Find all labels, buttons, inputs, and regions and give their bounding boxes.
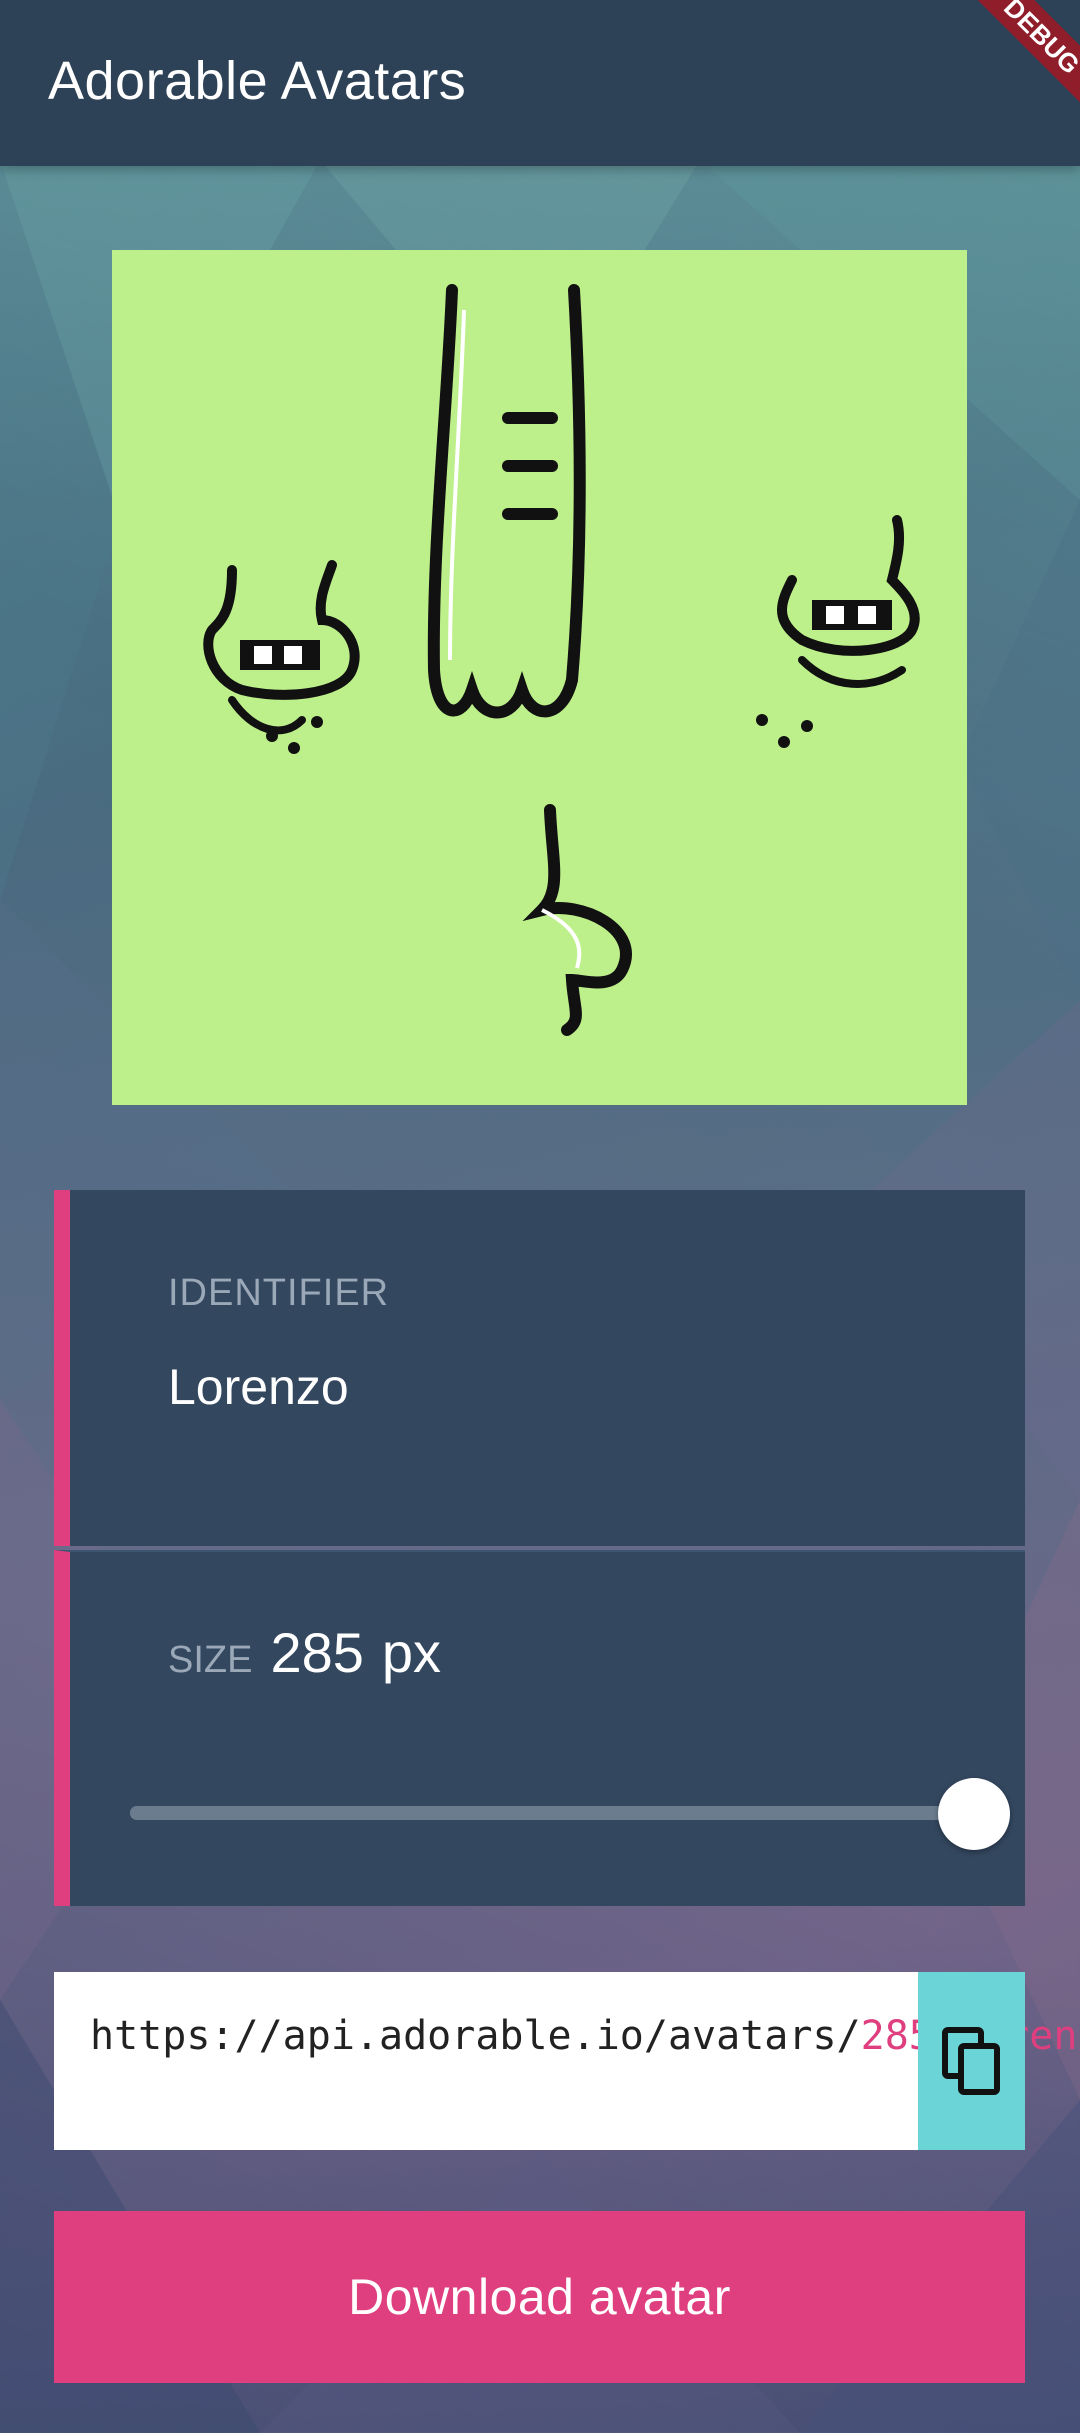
- identifier-input[interactable]: Lorenzo: [168, 1358, 349, 1416]
- slider-thumb[interactable]: [938, 1778, 1010, 1850]
- debug-banner: DEBUG: [964, 0, 1080, 114]
- identifier-label: IDENTIFIER: [168, 1272, 390, 1314]
- size-card: SIZE 285 px: [54, 1550, 1025, 1906]
- avatar-face-illustration: [203, 284, 920, 1036]
- copy-url-button[interactable]: [918, 1972, 1025, 2150]
- identifier-card[interactable]: IDENTIFIER Lorenzo: [54, 1190, 1025, 1546]
- url-separator: /: [836, 2013, 861, 2059]
- size-value: 285: [270, 1621, 364, 1684]
- size-label: SIZE: [168, 1639, 253, 1681]
- avatar-image: [112, 250, 967, 1105]
- app-bar: Adorable Avatars DEBUG: [0, 0, 1080, 166]
- avatar-url-text: https://api.adorable.io/avatars/285/Lore…: [90, 2008, 1080, 2064]
- app-title: Adorable Avatars: [48, 51, 467, 111]
- size-slider[interactable]: [130, 1768, 1010, 1858]
- size-readout: SIZE 285 px: [168, 1620, 441, 1685]
- download-avatar-button[interactable]: Download avatar: [54, 2211, 1025, 2383]
- size-unit: px: [381, 1621, 442, 1684]
- slider-fill: [130, 1806, 974, 1820]
- copy-icon: [941, 2027, 1000, 2095]
- url-base: https://api.adorable.io/avatars: [90, 2013, 837, 2059]
- avatar-url-field[interactable]: https://api.adorable.io/avatars/285/Lore…: [54, 1972, 1080, 2150]
